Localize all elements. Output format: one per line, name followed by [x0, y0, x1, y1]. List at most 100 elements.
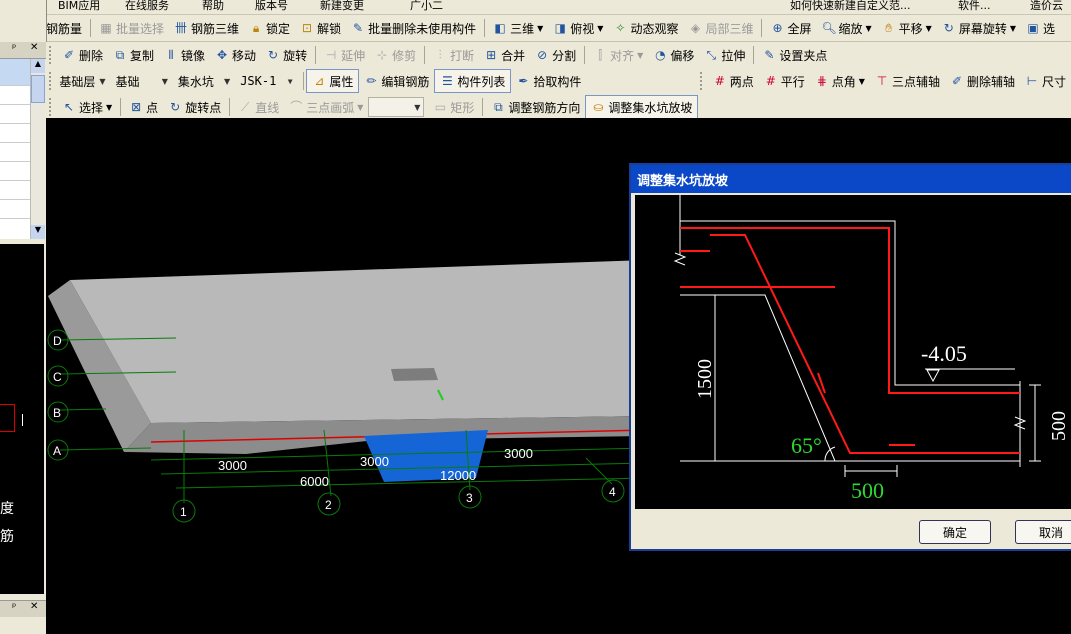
hint-link[interactable]: 如何快速新建自定义范... — [790, 0, 911, 13]
break-icon: ⫶ — [438, 48, 442, 62]
trim-button[interactable]: ⊹ 修剪 — [370, 44, 421, 66]
cost-cloud-link[interactable]: 造价云 — [1030, 0, 1063, 13]
two-point-axis-button[interactable]: # 两点 — [708, 70, 759, 92]
unlock-icon: ⊡ — [302, 21, 313, 35]
scroll-down-arrow[interactable]: ▼ — [31, 225, 45, 239]
cancel-button[interactable]: 取消 — [1015, 520, 1071, 544]
select-menu-button[interactable]: ▣ 选 — [1021, 17, 1060, 39]
chevron-down-icon: ▼ — [161, 76, 168, 86]
rebar-lines — [680, 227, 1020, 454]
separator — [761, 19, 763, 37]
component-select[interactable]: 集水坑 ▼ — [175, 72, 233, 90]
dimension-icon: ⊢ — [1026, 74, 1038, 88]
ok-button[interactable]: 确定 — [919, 520, 991, 544]
batch-select-button[interactable]: ▦ 批量选择 — [94, 17, 169, 39]
point-angle-axis-button[interactable]: ⋕ 点角 ▼ — [810, 70, 870, 92]
menu-item-version[interactable]: 版本号 — [255, 0, 288, 13]
rotate-button[interactable]: ↻ 旋转 — [261, 44, 312, 66]
name-select[interactable]: JSK-1 ▼ — [237, 72, 295, 90]
cube-icon: ◧ — [494, 21, 506, 35]
move-button[interactable]: ✥ 移动 — [210, 44, 261, 66]
component-list[interactable] — [0, 59, 30, 239]
set-grip-button[interactable]: ✎ 设置夹点 — [757, 44, 832, 66]
list-item[interactable] — [0, 162, 30, 181]
dimension-button[interactable]: ⊢ 尺寸 — [1020, 70, 1071, 92]
layer-select[interactable]: 基础层 ▼ — [56, 72, 108, 90]
menu-item-bim[interactable]: BIM应用 — [58, 0, 100, 13]
toolbar-grip[interactable] — [49, 72, 53, 90]
delete-axis-button[interactable]: ✐ 删除辅轴 — [945, 70, 1020, 92]
offset-button[interactable]: ◔ 偏移 — [648, 44, 699, 66]
rectangle-button[interactable]: ▭ 矩形 — [428, 96, 479, 118]
broom-icon: ✎ — [353, 21, 364, 35]
pan-button[interactable]: ✋︎ 平移 ▼ — [877, 17, 937, 39]
search-input[interactable]: 软件... — [958, 0, 991, 13]
adjust-rebar-direction-button[interactable]: ⧉ 调整钢筋方向 — [486, 96, 585, 118]
view-3d-button[interactable]: ◧ 三维 ▼ — [488, 17, 548, 39]
split-button[interactable]: ⊘ 分割 — [530, 44, 581, 66]
user-name[interactable]: 广小二 — [410, 0, 443, 13]
elevation-marker-icon — [926, 369, 940, 383]
toolbar-grip[interactable] — [700, 72, 704, 90]
toolbar-grip[interactable] — [49, 98, 54, 116]
rebar-3d-button[interactable]: 卌钢筋三维 — [169, 17, 244, 39]
top-view-button[interactable]: ◨ 俯视 ▼ — [548, 17, 608, 39]
type-select[interactable]: 基础 ▼ — [113, 72, 171, 90]
copy-button[interactable]: ⧉ 复制 — [108, 44, 159, 66]
lock-button[interactable]: 🔒︎ 锁定 — [244, 17, 295, 39]
extend-icon: ⊣ — [325, 48, 337, 62]
pick-component-button[interactable]: ✒︎ 拾取构件 — [511, 70, 586, 92]
stretch-button[interactable]: ⤡ 拉伸 — [699, 44, 750, 66]
break-button[interactable]: ⫶ 打断 — [428, 44, 479, 66]
rotate-icon: ↻ — [268, 48, 279, 62]
menu-item-help[interactable]: 帮助 — [202, 0, 224, 13]
pin-icon[interactable]: ᵖ — [12, 43, 16, 54]
merge-button[interactable]: ⊞ 合并 — [479, 44, 530, 66]
panel-text-2: 筋 — [0, 529, 14, 545]
unlock-button[interactable]: ⊡ 解锁 — [295, 17, 346, 39]
adjust-pit-slope-button[interactable]: ⛀ 调整集水坑放坡 — [585, 95, 699, 119]
dynamic-orbit-button[interactable]: ✧ 动态观察 — [608, 17, 683, 39]
vertical-scrollbar[interactable]: ▲ ▼ — [30, 59, 45, 239]
extend-button[interactable]: ⊣ 延伸 — [319, 44, 370, 66]
list-item[interactable] — [0, 105, 30, 124]
list-item[interactable] — [0, 124, 30, 143]
dialog-title[interactable]: 调整集水坑放坡 — [631, 165, 1071, 193]
edit-rebar-button[interactable]: ✏︎ 编辑钢筋 — [359, 70, 434, 92]
pit-slope-dialog: 调整集水坑放坡 -4.05 1500 65° 500 500 确定 取消 — [629, 163, 1071, 551]
point-button[interactable]: ⊠ 点 — [124, 96, 163, 118]
zoom-icon: 🔍︎ — [821, 21, 837, 35]
toolbar-grip[interactable] — [49, 46, 54, 64]
separator — [120, 98, 122, 116]
parallel-axis-button[interactable]: # 平行 — [759, 70, 810, 92]
partial-3d-button[interactable]: ◈ 局部三维 — [683, 17, 758, 39]
scroll-up-arrow[interactable]: ▲ — [31, 59, 45, 73]
delete-button[interactable]: ✐ 删除 — [57, 44, 108, 66]
rotate-point-button[interactable]: ↻ 旋转点 — [163, 96, 226, 118]
new-change-button[interactable]: 新建变更 — [320, 0, 364, 13]
list-item[interactable] — [0, 59, 30, 86]
arc-mode-select[interactable]: ▼ — [368, 97, 425, 117]
component-list-button[interactable]: ☰ 构件列表 — [434, 69, 512, 93]
three-point-arc-button[interactable]: ⌒ 三点画弧 ▼ — [284, 96, 368, 118]
list-item[interactable] — [0, 143, 30, 162]
close-icon[interactable]: ✕ — [30, 42, 38, 53]
line-button[interactable]: ⟋ 直线 — [233, 96, 284, 118]
list-item[interactable] — [0, 86, 30, 105]
zoom-button[interactable]: 🔍︎ 缩放 ▼ — [816, 17, 876, 39]
screen-rotate-button[interactable]: ↻ 屏幕旋转 ▼ — [937, 17, 1021, 39]
properties-button[interactable]: ⊿ 属性 — [306, 69, 360, 93]
pin-icon[interactable]: ᵖ — [12, 602, 16, 613]
select-button[interactable]: ↖ 选择 ▼ — [57, 96, 117, 118]
pit-section-outline — [673, 195, 1041, 477]
menu-item-online[interactable]: 在线服务 — [125, 0, 169, 13]
scroll-thumb[interactable] — [31, 75, 45, 103]
align-button[interactable]: ⫿ 对齐 ▼ — [588, 44, 648, 66]
list-item[interactable] — [0, 181, 30, 200]
fullscreen-button[interactable]: ⊕ 全屏 — [765, 17, 816, 39]
close-icon[interactable]: ✕ — [30, 601, 38, 612]
batch-delete-unused-button[interactable]: ✎ 批量删除未使用构件 — [346, 17, 481, 39]
list-item[interactable] — [0, 200, 30, 219]
mirror-button[interactable]: ⫴ 镜像 — [159, 44, 210, 66]
three-point-axis-button[interactable]: ⊤ 三点辅轴 — [870, 70, 945, 92]
